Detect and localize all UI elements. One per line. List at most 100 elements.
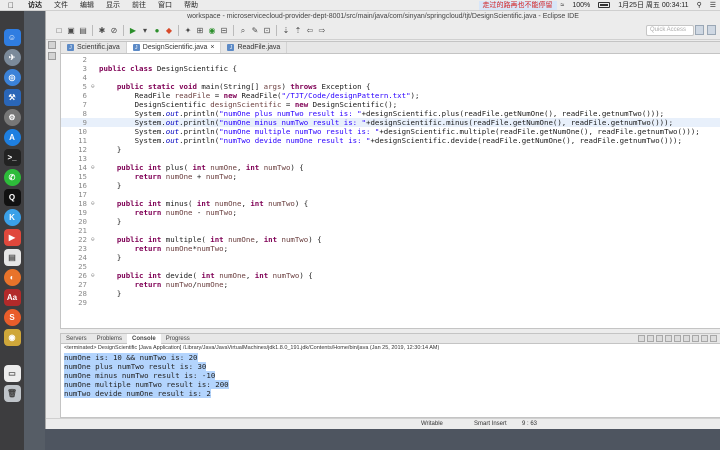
package-explorer-icon[interactable]: [48, 52, 56, 60]
menu-finder[interactable]: 访达: [22, 0, 48, 10]
eclipse-icon[interactable]: ◉: [3, 329, 21, 346]
wifi-icon[interactable]: ≈: [557, 2, 569, 9]
prev-annotation-icon[interactable]: ⇡: [293, 26, 303, 36]
tab-readfile[interactable]: J ReadFile.java: [221, 42, 288, 53]
tab-progress[interactable]: Progress: [161, 336, 195, 342]
fold-icon[interactable]: ⊖: [91, 235, 99, 244]
quick-access-input[interactable]: Quick Access: [646, 25, 694, 36]
new-icon[interactable]: □: [54, 26, 64, 36]
pin-console-icon[interactable]: [683, 335, 690, 342]
coverage-icon[interactable]: ●: [152, 26, 162, 36]
clear-console-icon[interactable]: [656, 335, 663, 342]
keyword: int: [263, 235, 282, 244]
safari-icon[interactable]: ◎: [3, 69, 21, 86]
tab-label: Scientific.java: [77, 44, 120, 51]
fold-icon[interactable]: ⊖: [91, 271, 99, 280]
app-store-icon[interactable]: A: [3, 129, 21, 146]
launchpad-icon[interactable]: ✈: [3, 49, 21, 66]
tab-servers[interactable]: Servers: [61, 336, 92, 342]
debug-icon[interactable]: ✱: [97, 26, 107, 36]
google-play-icon[interactable]: ▶: [3, 229, 21, 246]
code-text: +designScientific.devide(readFile.getNum…: [370, 136, 682, 145]
k-app-icon[interactable]: K: [3, 209, 21, 226]
battery-icon[interactable]: [594, 1, 614, 9]
new-class-icon[interactable]: ◉: [207, 26, 217, 36]
code-line: 13: [61, 154, 720, 163]
pdf-app-icon[interactable]: Aa: [3, 289, 21, 306]
apple-icon[interactable]: : [0, 1, 22, 10]
document-icon[interactable]: ▤: [3, 249, 21, 266]
notification-text[interactable]: 走过的路再也不能停留: [478, 0, 557, 10]
code-text: DesignScientific();: [312, 100, 398, 109]
restore-icon[interactable]: [48, 41, 56, 49]
code-text: System.: [134, 127, 166, 136]
control-center-icon[interactable]: ☰: [706, 1, 720, 9]
code-text: ,: [245, 271, 255, 280]
run-dropdown-icon[interactable]: ▾: [140, 26, 150, 36]
scroll-lock-icon[interactable]: [665, 335, 672, 342]
line-number: 7: [82, 100, 87, 109]
qq-icon[interactable]: Q: [3, 189, 21, 206]
string-literal: "/TJT/Code/designPattern.txt": [281, 91, 411, 100]
save-icon[interactable]: ▣: [66, 26, 76, 36]
terminal-icon[interactable]: >_: [3, 149, 21, 166]
console-output[interactable]: numOne is: 10 && numTwo is: 20 numOne pl…: [61, 353, 720, 398]
new-package-icon[interactable]: ⊞: [195, 26, 205, 36]
open-type-icon[interactable]: ⊟: [219, 26, 229, 36]
fold-icon[interactable]: ⊖: [91, 163, 99, 172]
code-text: ) {: [294, 199, 309, 208]
wechat-icon[interactable]: ✆: [3, 169, 21, 186]
minimize-icon[interactable]: [701, 335, 708, 342]
menu-go[interactable]: 前往: [126, 0, 152, 10]
tab-console[interactable]: Console: [127, 333, 161, 344]
perspective-java-ee-icon[interactable]: [695, 25, 704, 35]
fold-icon[interactable]: ⊖: [91, 199, 99, 208]
code-text: DesignScientific: [134, 100, 211, 109]
remove-launch-icon[interactable]: [647, 335, 654, 342]
menu-help[interactable]: 帮助: [178, 0, 204, 10]
system-preferences-icon[interactable]: ⚙: [3, 109, 21, 126]
tab-scientific[interactable]: J Scientific.java: [61, 42, 127, 53]
terminate-icon[interactable]: [638, 335, 645, 342]
menu-window[interactable]: 窗口: [152, 0, 178, 10]
tab-designscientific[interactable]: J DesignScientific.java ×: [126, 42, 222, 53]
firefox-icon[interactable]: ◐: [3, 269, 21, 286]
window-titlebar[interactable]: workspace - microservicecloud-provider-d…: [46, 11, 720, 22]
keyword: new: [223, 91, 242, 100]
new-java-project-icon[interactable]: ✦: [183, 26, 193, 36]
toggle-mark-icon[interactable]: ✎: [250, 26, 260, 36]
line-number: 20: [78, 217, 87, 226]
search-toolbar-icon[interactable]: ⌕: [238, 26, 248, 36]
forward-icon[interactable]: ⇨: [317, 26, 327, 36]
keyword: int: [192, 163, 211, 172]
tab-problems[interactable]: Problems: [92, 336, 127, 342]
back-icon[interactable]: ⇦: [305, 26, 315, 36]
code-text: }: [116, 145, 122, 154]
save-all-icon[interactable]: ▤: [78, 26, 88, 36]
code-editor[interactable]: 2 3 public class DesignScientific { 4 5 ⊖ …: [61, 55, 720, 328]
word-wrap-icon[interactable]: [674, 335, 681, 342]
menu-file[interactable]: 文件: [48, 0, 74, 10]
search-icon[interactable]: ⚲: [693, 1, 706, 9]
maximize-icon[interactable]: [710, 335, 717, 342]
toggle-breadcrumb-icon[interactable]: ⊡: [262, 26, 272, 36]
finder-icon[interactable]: ☺: [3, 29, 21, 46]
next-annotation-icon[interactable]: ⇣: [281, 26, 291, 36]
sublime-icon[interactable]: S: [3, 309, 21, 326]
display-console-icon[interactable]: [692, 335, 699, 342]
skip-breakpoints-icon[interactable]: ⊘: [109, 26, 119, 36]
menu-view[interactable]: 显示: [100, 0, 126, 10]
tab-label: DesignScientific.java: [142, 44, 208, 51]
xcode-icon[interactable]: ⚒: [3, 89, 21, 106]
variable: numTwo: [165, 280, 193, 289]
downloads-icon[interactable]: ▭: [3, 365, 21, 382]
status-insert-mode: Smart Insert: [474, 421, 507, 427]
clock[interactable]: 1月25日 周五 00:34:11: [614, 0, 692, 10]
trash-icon[interactable]: 🗑: [3, 385, 21, 402]
fold-icon[interactable]: ⊖: [91, 82, 99, 91]
perspective-java-icon[interactable]: [707, 25, 716, 35]
close-icon[interactable]: ×: [210, 44, 214, 51]
external-tools-icon[interactable]: ◆: [164, 26, 174, 36]
run-icon[interactable]: ▶: [128, 26, 138, 36]
menu-edit[interactable]: 编辑: [74, 0, 100, 10]
